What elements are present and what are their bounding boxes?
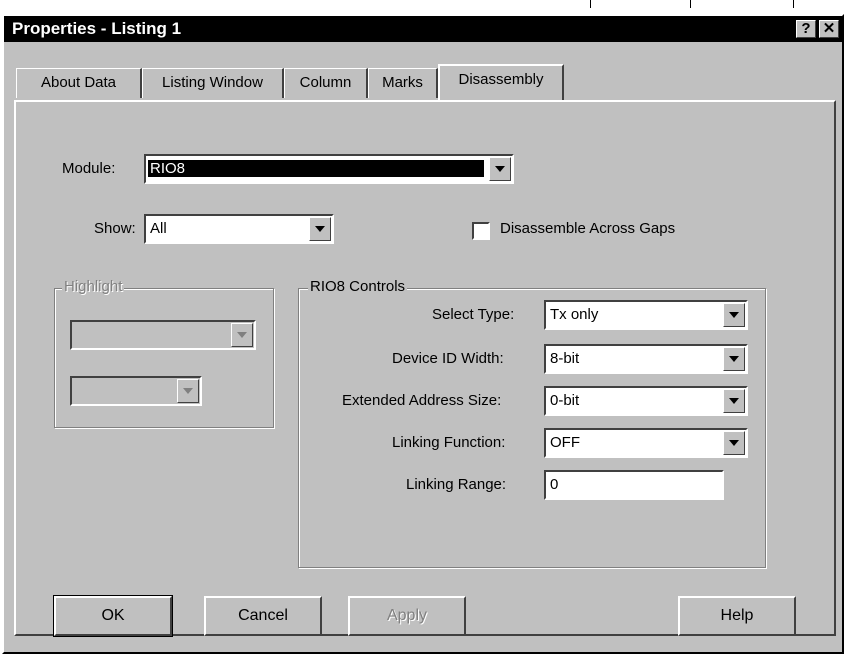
module-value: RIO8 xyxy=(148,160,484,177)
rio8-controls-title: RIO8 Controls xyxy=(308,278,408,295)
chevron-down-icon[interactable] xyxy=(723,303,745,327)
cancel-button[interactable]: Cancel xyxy=(204,596,322,636)
module-label: Module: xyxy=(62,160,116,177)
select-type-label: Select Type: xyxy=(432,306,515,323)
linking-range-input[interactable]: 0 xyxy=(544,470,724,500)
chevron-down-icon[interactable] xyxy=(231,323,253,347)
extended-address-size-value: 0-bit xyxy=(550,392,580,409)
tab-label: Listing Window xyxy=(162,74,263,91)
help-button[interactable]: Help xyxy=(678,596,796,636)
highlight-group xyxy=(54,288,274,428)
linking-function-label: Linking Function: xyxy=(392,434,506,451)
disassembly-panel: Module: RIO8 Show: All Disassemble Acros… xyxy=(14,100,836,637)
tab-column[interactable]: Column xyxy=(284,68,368,98)
tick-mark xyxy=(590,0,591,8)
highlight-select-2[interactable] xyxy=(70,376,202,406)
chevron-down-icon[interactable] xyxy=(489,157,511,181)
linking-range-value: 0 xyxy=(550,476,559,493)
tab-listing-window[interactable]: Listing Window xyxy=(142,68,284,98)
tab-label: Marks xyxy=(382,74,423,91)
tab-disassembly[interactable]: Disassembly xyxy=(438,64,564,100)
extended-address-size-select[interactable]: 0-bit xyxy=(544,386,748,416)
tab-label: About Data xyxy=(40,74,117,91)
linking-range-label: Linking Range: xyxy=(406,476,507,493)
show-select[interactable]: All xyxy=(144,214,334,244)
select-type-select[interactable]: Tx only xyxy=(544,300,748,330)
ok-button[interactable]: OK xyxy=(53,595,173,637)
select-type-value: Tx only xyxy=(550,306,599,323)
tab-label: Column xyxy=(299,74,352,91)
tick-mark xyxy=(690,0,691,8)
tab-about-data[interactable]: About Data xyxy=(16,68,142,98)
close-icon[interactable]: ✕ xyxy=(819,20,839,38)
disassemble-across-gaps-label: Disassemble Across Gaps xyxy=(500,220,676,237)
chevron-down-icon[interactable] xyxy=(723,347,745,371)
highlight-select-1[interactable] xyxy=(70,320,256,350)
chevron-down-icon[interactable] xyxy=(177,379,199,403)
apply-button[interactable]: Apply xyxy=(348,596,466,636)
show-label: Show: xyxy=(94,220,136,237)
linking-function-value: OFF xyxy=(550,434,580,451)
extended-address-size-label: Extended Address Size: xyxy=(342,392,502,409)
linking-function-select[interactable]: OFF xyxy=(544,428,748,458)
tick-mark xyxy=(793,0,794,8)
chevron-down-icon[interactable] xyxy=(723,389,745,413)
chevron-down-icon[interactable] xyxy=(723,431,745,455)
device-id-width-select[interactable]: 8-bit xyxy=(544,344,748,374)
highlight-title: Highlight xyxy=(62,278,125,295)
tab-label: Disassembly xyxy=(458,71,544,88)
properties-dialog: Properties - Listing 1 ? ✕ About Data Li… xyxy=(2,14,844,654)
disassemble-across-gaps-checkbox[interactable] xyxy=(472,222,490,240)
show-value: All xyxy=(150,220,167,237)
window-title: Properties - Listing 1 xyxy=(12,19,182,38)
module-select[interactable]: RIO8 xyxy=(144,154,514,184)
device-id-width-label: Device ID Width: xyxy=(392,350,504,367)
tab-marks[interactable]: Marks xyxy=(368,68,438,98)
chevron-down-icon[interactable] xyxy=(309,217,331,241)
device-id-width-value: 8-bit xyxy=(550,350,580,367)
title-bar: Properties - Listing 1 ? ✕ xyxy=(4,16,842,42)
help-icon[interactable]: ? xyxy=(796,20,816,38)
